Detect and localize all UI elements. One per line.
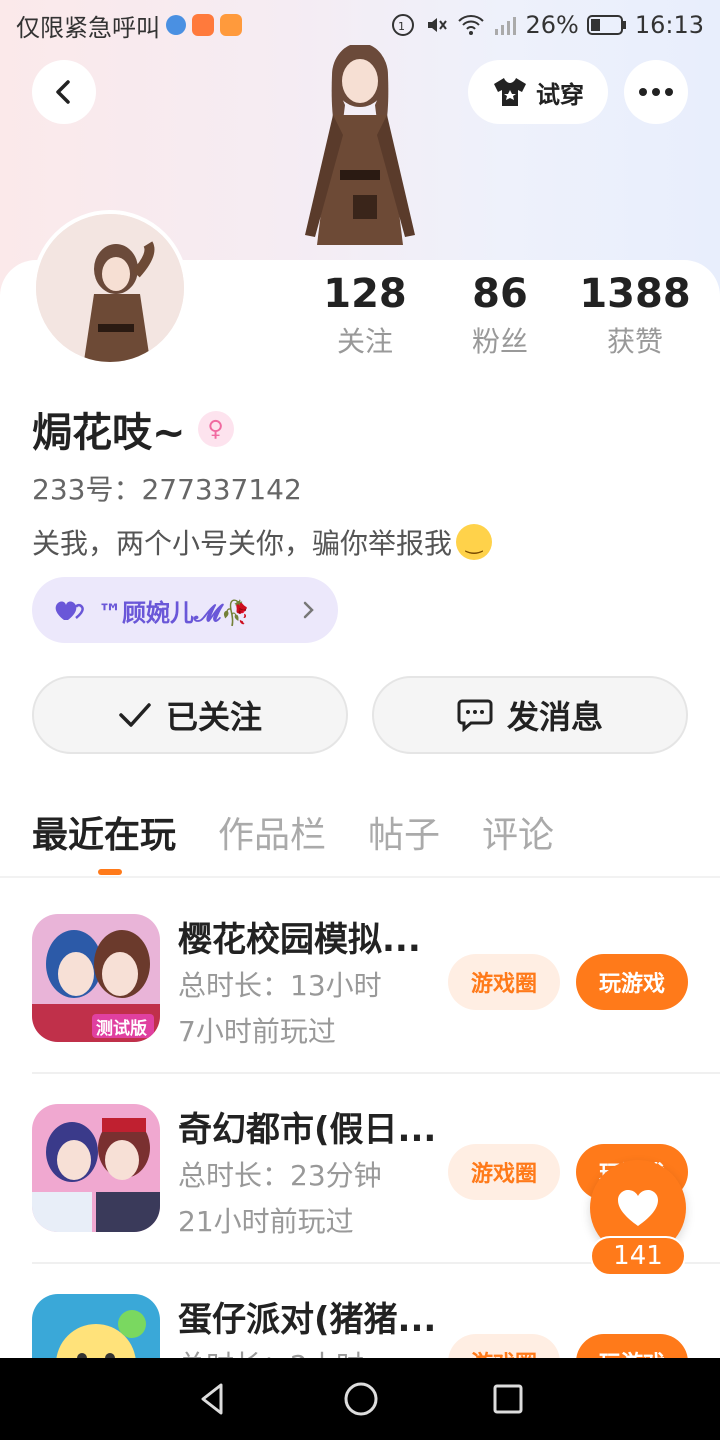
character-3d-avatar[interactable]	[285, 45, 435, 260]
partner-link[interactable]: ™顾婉儿𝓜🥀	[32, 577, 338, 643]
game-duration: 总时长：23分钟	[178, 1159, 382, 1192]
followed-button[interactable]: 已关注	[32, 676, 348, 754]
check-icon	[119, 703, 151, 727]
hd-icon: 1	[392, 14, 415, 36]
battery-icon	[586, 15, 626, 35]
play-game-button[interactable]: 玩游戏	[576, 954, 688, 1010]
send-message-label: 发消息	[506, 698, 603, 736]
heart-icon	[618, 1190, 658, 1226]
stat-followers[interactable]: 86 粉丝	[435, 268, 565, 364]
stat-likes[interactable]: 1388 获赞	[570, 268, 700, 364]
send-message-button[interactable]: 发消息	[372, 676, 688, 754]
tab-indicator	[98, 869, 122, 875]
list-item[interactable]: 测试版 樱花校园模拟... 总时长：13小时 7小时前玩过 游戏圈 玩游戏	[0, 876, 720, 1066]
grid-app-icon	[192, 14, 214, 36]
avatar[interactable]	[32, 210, 188, 366]
chat-bubble-icon	[457, 699, 493, 732]
signal-icon	[495, 17, 517, 35]
following-count: 128	[323, 271, 407, 317]
profile-tabs: 最近在玩 作品栏 帖子 评论	[32, 806, 554, 858]
game-circle-button[interactable]: 游戏圈	[448, 1144, 560, 1200]
tshirt-icon	[494, 78, 526, 106]
likes-label: 获赞	[606, 325, 663, 358]
followed-label: 已关注	[165, 698, 262, 736]
game-circle-button[interactable]: 游戏圈	[448, 1334, 560, 1358]
battery-percent: 26%	[525, 11, 579, 39]
double-heart-icon	[55, 601, 84, 620]
like-count: 141	[590, 1236, 686, 1276]
game-icon: 测试版	[32, 914, 160, 1042]
wifi-icon	[458, 15, 485, 35]
status-bar: 仅限紧急呼叫 1 26% 16:13	[0, 0, 720, 50]
wink-emoji-icon: ‿	[456, 524, 493, 560]
mute-icon	[428, 18, 448, 32]
followers-count: 86	[472, 271, 528, 317]
video-app-icon	[220, 14, 242, 36]
likes-count: 1388	[579, 271, 691, 317]
tab-recently-played[interactable]: 最近在玩	[32, 806, 176, 858]
following-label: 关注	[336, 325, 393, 358]
back-triangle-icon[interactable]	[195, 1381, 231, 1417]
username: 焗花吱~	[32, 410, 186, 456]
home-circle-icon[interactable]	[342, 1380, 380, 1418]
game-icon	[32, 1104, 160, 1232]
stats-row: 128 关注 86 粉丝 1388 获赞	[300, 268, 700, 364]
game-title: 奇幻都市(假日...	[178, 1110, 437, 1150]
female-icon: ♀	[197, 411, 234, 447]
try-on-label: 试穿	[536, 80, 584, 109]
play-game-button[interactable]: 玩游戏	[576, 1334, 688, 1358]
more-dots-icon	[639, 88, 673, 96]
back-chevron-icon	[56, 80, 70, 104]
username-row: 焗花吱~ ♀	[32, 400, 234, 458]
more-button[interactable]	[624, 60, 688, 124]
game-title: 蛋仔派对(猪猪...	[178, 1300, 437, 1340]
tab-comments[interactable]: 评论	[482, 806, 554, 858]
partner-name: ™顾婉儿𝓜🥀	[98, 598, 251, 627]
test-version-badge: 测试版	[96, 1019, 147, 1039]
tab-works[interactable]: 作品栏	[218, 806, 326, 858]
game-icon	[32, 1294, 160, 1358]
game-circle-button[interactable]: 游戏圈	[448, 954, 560, 1010]
chevron-right-icon	[303, 601, 314, 619]
recents-square-icon[interactable]	[491, 1382, 525, 1416]
game-last-played: 21小时前玩过	[178, 1205, 354, 1238]
try-on-button[interactable]: 试穿	[468, 60, 608, 124]
system-nav-bar	[0, 1358, 720, 1440]
carrier-text: 仅限紧急呼叫	[16, 13, 160, 42]
svg-text:1: 1	[398, 20, 405, 33]
clock-time: 16:13	[634, 11, 704, 39]
tab-posts[interactable]: 帖子	[368, 806, 440, 858]
game-duration: 总时长：13小时	[178, 969, 382, 1002]
game-duration: 总时长：2小时	[178, 1344, 364, 1358]
user-id: 233号：277337142	[32, 473, 302, 506]
followers-label: 粉丝	[471, 325, 528, 358]
browser-app-icon	[166, 15, 186, 35]
game-title: 樱花校园模拟...	[178, 920, 421, 960]
stat-following[interactable]: 128 关注	[300, 268, 430, 364]
bio: 关我，两个小号关你，骗你举报我 ‿	[32, 522, 493, 562]
back-button[interactable]	[32, 60, 96, 124]
bio-text: 关我，两个小号关你，骗你举报我	[32, 527, 453, 560]
game-last-played: 7小时前玩过	[178, 1015, 336, 1048]
